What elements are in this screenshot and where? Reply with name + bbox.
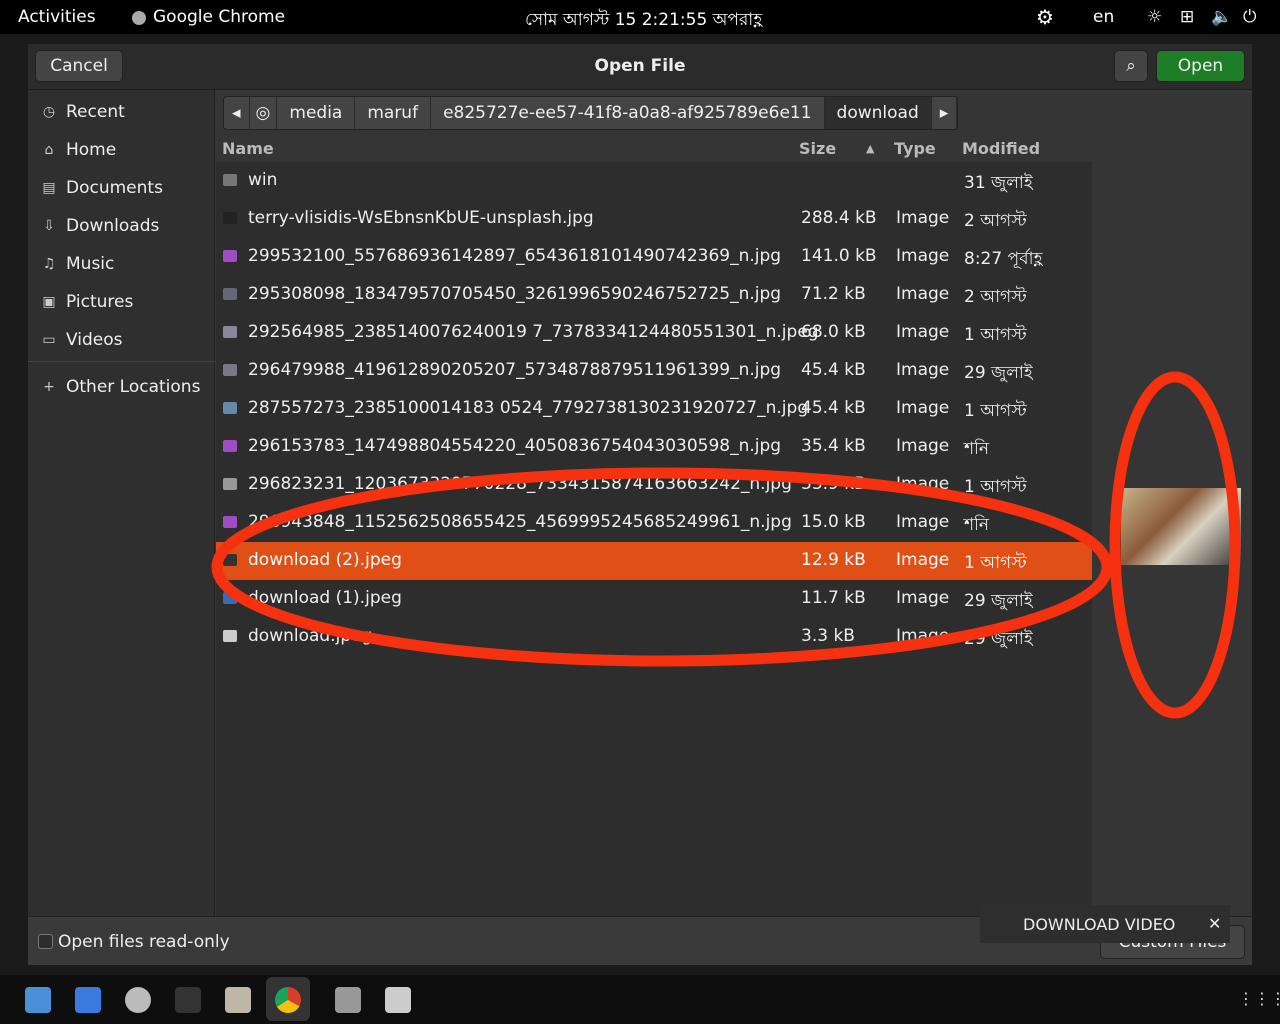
show-apps-icon[interactable]: ⋮⋮⋮ xyxy=(1238,989,1280,1008)
settings-icon[interactable] xyxy=(125,987,151,1013)
taskbar-dock: ⋮⋮⋮ xyxy=(0,975,1280,1024)
screenshot-tool-icon[interactable] xyxy=(75,987,101,1013)
annotation-ellipse-files xyxy=(211,467,1113,667)
files-icon[interactable] xyxy=(225,987,251,1013)
software-store-icon[interactable] xyxy=(25,987,51,1013)
annotation-ellipse-preview xyxy=(1109,371,1241,719)
terminal-icon[interactable] xyxy=(175,987,201,1013)
annotation-overlay xyxy=(211,371,1241,719)
ssd-drive-icon[interactable] xyxy=(335,987,361,1013)
trash-icon[interactable] xyxy=(385,987,411,1013)
chrome-dock-icon[interactable] xyxy=(275,987,301,1013)
